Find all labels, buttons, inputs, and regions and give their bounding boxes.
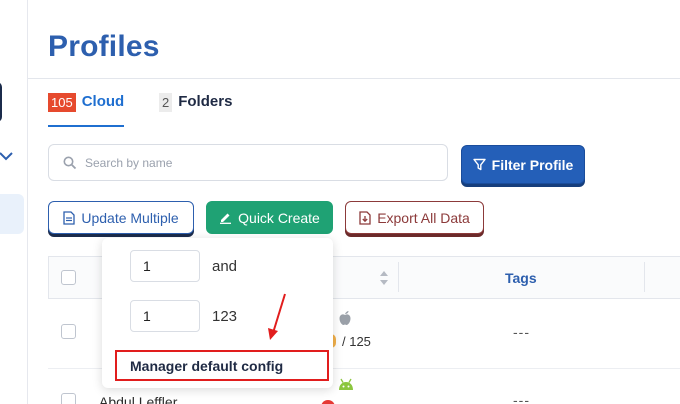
filter-profile-button[interactable]: Filter Profile <box>461 145 585 184</box>
update-multiple-button[interactable]: Update Multiple <box>48 201 194 234</box>
row-checkbox[interactable] <box>61 324 76 339</box>
rail-collapsed-panel[interactable] <box>0 82 2 122</box>
column-separator <box>644 262 645 292</box>
config-value-input-2[interactable] <box>130 300 200 332</box>
manager-default-config-option[interactable]: Manager default config <box>115 350 329 381</box>
document-icon <box>63 210 76 225</box>
folders-count-badge: 2 <box>159 93 173 112</box>
quick-create-label: Quick Create <box>238 209 320 226</box>
export-all-data-label: Export All Data <box>377 209 470 226</box>
export-all-data-button[interactable]: Export All Data <box>345 201 484 234</box>
filter-icon <box>472 158 486 171</box>
tags-column-header: Tags <box>505 270 537 286</box>
profile-name: Abdul Leffler <box>99 394 178 404</box>
export-file-icon <box>359 210 371 225</box>
quick-create-button[interactable]: Quick Create <box>206 201 333 234</box>
tab-cloud[interactable]: 105 Cloud <box>48 93 125 127</box>
column-separator <box>398 262 399 292</box>
search-input[interactable] <box>85 155 425 170</box>
rail-active-item[interactable] <box>0 194 24 234</box>
android-icon <box>339 378 353 390</box>
update-multiple-label: Update Multiple <box>81 209 179 226</box>
config-value-input-1[interactable] <box>130 250 200 282</box>
tab-folders-label: Folders <box>178 93 233 110</box>
header-divider <box>28 78 680 79</box>
select-all-checkbox[interactable] <box>61 270 76 285</box>
config-label-2: 123 <box>212 308 238 325</box>
pencil-icon <box>220 213 232 224</box>
manager-default-config-label: Manager default config <box>130 357 284 374</box>
config-label-1: and <box>212 258 238 275</box>
apple-icon <box>339 311 351 325</box>
annotation-arrow-icon <box>268 293 286 340</box>
cloud-count-badge: 105 <box>48 93 76 112</box>
version-text: / 125 <box>342 334 371 349</box>
sort-icon[interactable] <box>379 270 389 286</box>
page-title: Profiles <box>48 30 160 63</box>
tab-cloud-label: Cloud <box>81 93 125 110</box>
search-icon <box>63 156 77 169</box>
tags-cell: --- <box>513 324 530 340</box>
filter-profile-label: Filter Profile <box>491 156 574 173</box>
search-box[interactable] <box>48 144 448 181</box>
chevron-icon[interactable] <box>0 150 14 164</box>
status-indicator <box>321 400 335 404</box>
tab-folders[interactable]: 2 Folders <box>159 93 232 127</box>
row-checkbox[interactable] <box>61 393 76 404</box>
tags-cell: --- <box>513 392 530 404</box>
